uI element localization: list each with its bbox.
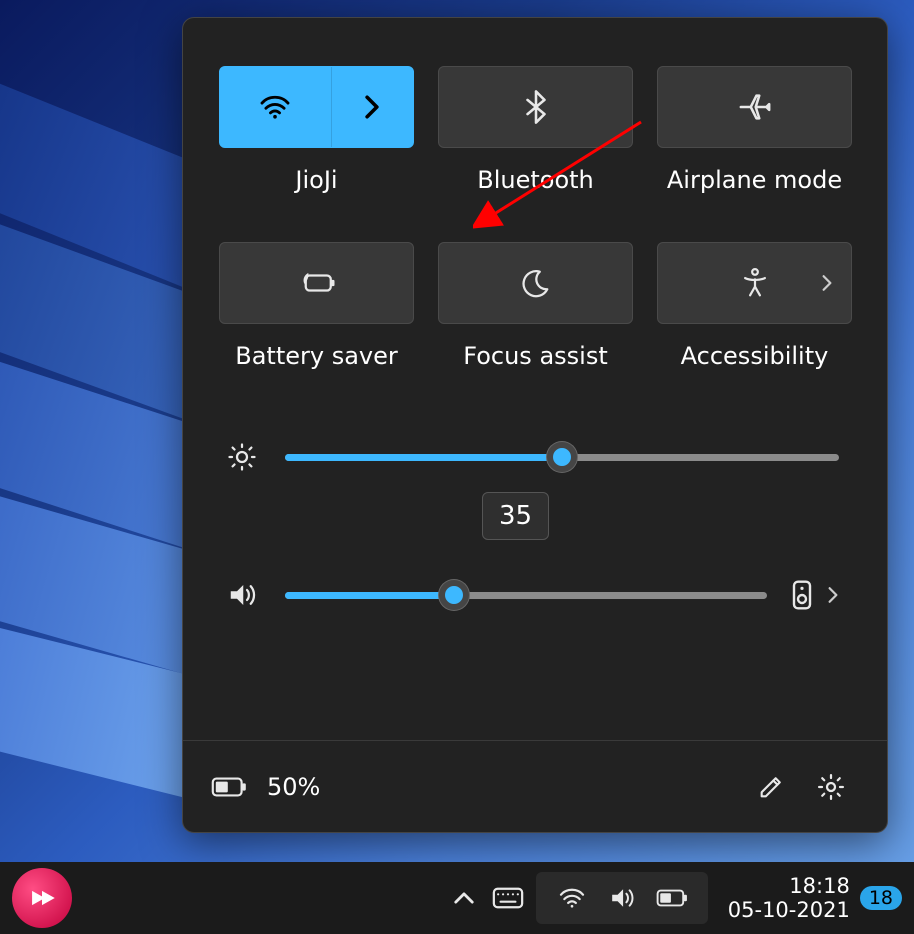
- quick-settings-grid: JioJi Bluetooth Airplane mode: [183, 18, 887, 406]
- quick-settings-footer: 50%: [183, 740, 887, 832]
- volume-slider[interactable]: [285, 592, 767, 599]
- focus-assist-label: Focus assist: [463, 342, 607, 370]
- pinned-app[interactable]: [12, 868, 72, 928]
- chevron-right-icon: [827, 586, 839, 604]
- system-tray-group[interactable]: [536, 872, 708, 924]
- edit-button[interactable]: [751, 767, 791, 807]
- brightness-slider[interactable]: 35: [285, 454, 839, 461]
- airplane-icon: [738, 91, 772, 123]
- gear-icon: [816, 772, 846, 802]
- accessibility-expand[interactable]: [821, 274, 833, 292]
- speaker-device-icon: [791, 579, 813, 611]
- pinned-app-icon: [25, 881, 59, 915]
- bluetooth-tile[interactable]: [438, 66, 633, 148]
- airplane-mode-label: Airplane mode: [667, 166, 842, 194]
- bluetooth-icon: [525, 90, 547, 124]
- brightness-icon: [223, 442, 261, 472]
- battery-saver-icon: [297, 270, 337, 296]
- accessibility-icon: [740, 267, 770, 299]
- brightness-tooltip: 35: [482, 492, 549, 540]
- focus-assist-tile[interactable]: [438, 242, 633, 324]
- brightness-slider-row: 35: [223, 436, 839, 478]
- tray-wifi-icon: [550, 876, 594, 920]
- bluetooth-label: Bluetooth: [477, 166, 594, 194]
- battery-saver-tile[interactable]: [219, 242, 414, 324]
- airplane-mode-tile[interactable]: [657, 66, 852, 148]
- brightness-thumb[interactable]: [547, 442, 577, 472]
- taskbar-clock[interactable]: 18:18 05-10-2021: [728, 874, 850, 922]
- quick-settings-panel: JioJi Bluetooth Airplane mode: [182, 17, 888, 833]
- touch-keyboard-button[interactable]: [486, 876, 530, 920]
- wifi-label: JioJi: [295, 166, 337, 194]
- taskbar: 18:18 05-10-2021 18: [0, 862, 914, 934]
- volume-icon: [223, 581, 261, 609]
- chevron-right-icon: [363, 94, 381, 120]
- chevron-up-icon: [453, 891, 475, 905]
- taskbar-date: 05-10-2021: [728, 898, 850, 922]
- audio-expand[interactable]: [827, 586, 839, 604]
- sliders-section: 35: [183, 406, 887, 616]
- battery-percentage: 50%: [267, 773, 320, 801]
- wifi-toggle[interactable]: [220, 67, 332, 147]
- notification-badge[interactable]: 18: [860, 886, 902, 910]
- volume-slider-row: [223, 574, 839, 616]
- accessibility-label: Accessibility: [681, 342, 829, 370]
- chevron-right-icon: [821, 274, 833, 292]
- volume-thumb[interactable]: [439, 580, 469, 610]
- keyboard-icon: [492, 886, 524, 910]
- settings-button[interactable]: [811, 767, 851, 807]
- wifi-icon: [259, 94, 291, 120]
- pencil-icon: [757, 773, 785, 801]
- tray-battery-icon: [650, 876, 694, 920]
- accessibility-tile[interactable]: [657, 242, 852, 324]
- tray-volume-icon: [600, 876, 644, 920]
- audio-output-button[interactable]: [791, 579, 813, 611]
- wifi-tile[interactable]: [219, 66, 414, 148]
- battery-icon: [211, 776, 247, 798]
- taskbar-time: 18:18: [728, 874, 850, 898]
- wifi-expand[interactable]: [332, 67, 413, 147]
- moon-icon: [521, 268, 551, 298]
- tray-overflow-button[interactable]: [442, 876, 486, 920]
- battery-status-icon[interactable]: [211, 776, 247, 798]
- battery-saver-label: Battery saver: [235, 342, 398, 370]
